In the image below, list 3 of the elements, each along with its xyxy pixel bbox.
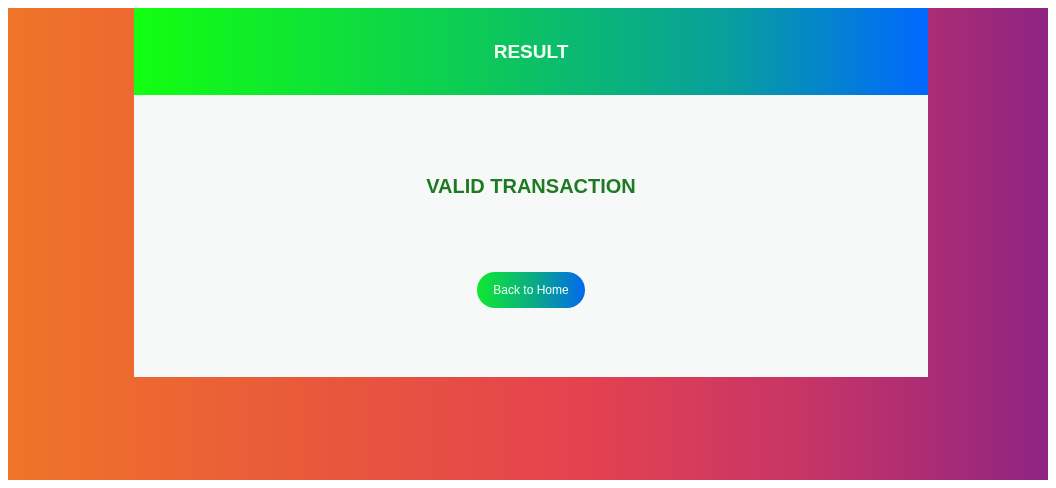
back-home-button[interactable]: Back to Home — [477, 272, 585, 308]
header-title: RESULT — [493, 40, 569, 63]
result-message: VALID TRANSACTION — [426, 175, 636, 198]
